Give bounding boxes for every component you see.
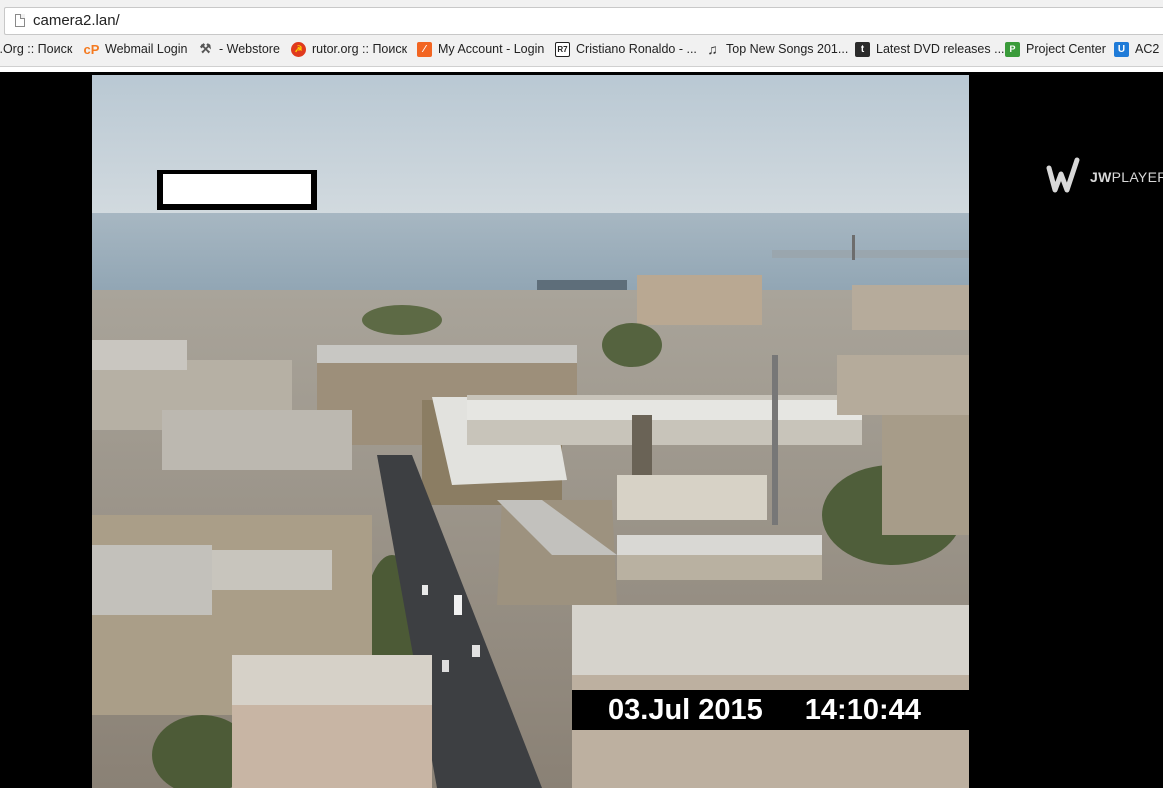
project-icon: P [1005,41,1020,57]
bookmark-label: Cristiano Ronaldo - ... [576,42,697,56]
bookmark-item[interactable]: R7 Cristiano Ronaldo - ... [555,37,697,61]
bookmark-label: Latest DVD releases ... [876,42,1005,56]
bookmark-item[interactable]: ⁄ My Account - Login [417,37,544,61]
bookmarks-bar: r.Org :: Поиск cP Webmail Login ⚒ - Webs… [0,37,1163,61]
jwplayer-wordmark: JWPLAYER [1090,169,1163,185]
u-icon: U [1114,41,1129,57]
bookmark-label: r.Org :: Поиск [0,42,73,56]
bookmark-label: - Webstore [219,42,280,56]
rutor-icon: ☭ [291,41,306,57]
bookmark-label: Project Center [1026,42,1106,56]
bookmark-item[interactable]: U AC2 E [1114,37,1163,61]
bookmark-item[interactable]: ⚒ - Webstore [198,37,280,61]
bookmark-label: My Account - Login [438,42,545,56]
bookmark-item[interactable]: ☭ rutor.org :: Поиск [291,37,407,61]
bookmark-label: Top New Songs 201... [726,42,849,56]
cr7-icon: R7 [555,41,570,57]
hammer-icon: ⚒ [199,41,212,56]
t-icon: t [855,41,870,57]
bookmark-item[interactable]: ♫ Top New Songs 201... [705,37,848,61]
address-bar[interactable]: camera2.lan/ [4,7,1163,35]
redaction-fill [163,174,311,204]
timestamp-time: 14:10:44 [804,693,921,726]
bookmark-label: AC2 E [1135,42,1163,56]
jwplayer-logo[interactable]: JWPLAYER [1046,156,1163,198]
cpanel-icon: cP [83,41,100,57]
jw-logo-icon [1046,157,1080,193]
bookmark-label: Webmail Login [105,42,188,56]
bookmark-item[interactable]: P Project Center [1005,37,1106,61]
video-timestamp: 03.Jul 2015 14:10:44 [572,690,969,730]
bookmark-label: rutor.org :: Поиск [312,42,408,56]
browser-chrome: camera2.lan/ r.Org :: Поиск cP Webmail L… [0,0,1163,72]
url-text: camera2.lan/ [33,12,120,29]
timestamp-date: 03.Jul 2015 [608,693,763,726]
music-note-icon: ♫ [707,41,718,57]
page-icon [15,14,25,27]
account-icon: ⁄ [417,41,432,57]
bookmark-item[interactable]: cP Webmail Login [83,37,188,61]
bookmark-item[interactable]: t Latest DVD releases ... [855,37,1005,61]
bookmark-item[interactable]: r.Org :: Поиск [0,37,72,61]
